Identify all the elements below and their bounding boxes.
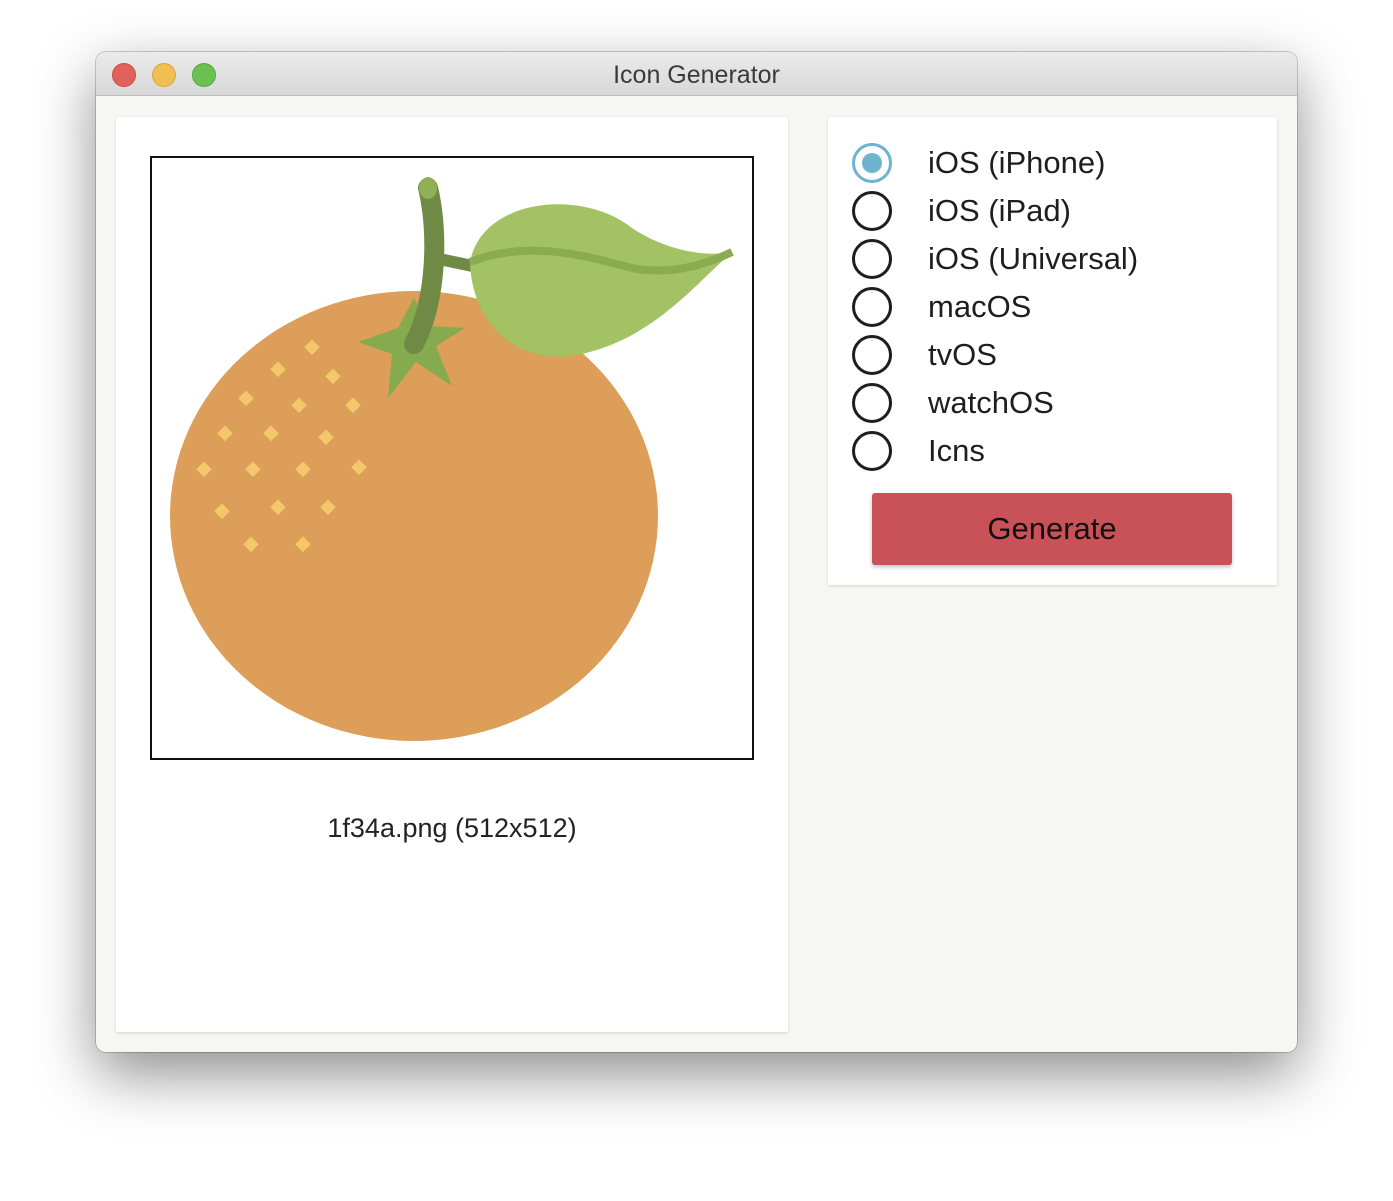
platform-radio-group: iOS (iPhone) iOS (iPad) iOS (Universal) … — [852, 139, 1138, 475]
radio-unselected-icon[interactable] — [852, 431, 892, 471]
radio-tvos[interactable]: tvOS — [852, 331, 1138, 379]
radio-label: iOS (iPhone) — [928, 145, 1106, 180]
icon-preview-image[interactable] — [150, 156, 754, 760]
radio-label: Icns — [928, 433, 985, 468]
tangerine-icon — [170, 177, 734, 741]
title-bar[interactable]: Icon Generator — [96, 52, 1297, 96]
radio-label: macOS — [928, 289, 1032, 324]
radio-watchos[interactable]: watchOS — [852, 379, 1138, 427]
generate-button[interactable]: Generate — [872, 493, 1232, 565]
radio-label: watchOS — [928, 385, 1054, 420]
platform-options-panel: iOS (iPhone) iOS (iPad) iOS (Universal) … — [828, 117, 1277, 585]
preview-panel: 1f34a.png (512x512) — [116, 117, 788, 1032]
radio-ios-iphone[interactable]: iOS (iPhone) — [852, 139, 1138, 187]
radio-macos[interactable]: macOS — [852, 283, 1138, 331]
window-title: Icon Generator — [613, 61, 780, 89]
radio-icns[interactable]: Icns — [852, 427, 1138, 475]
radio-unselected-icon[interactable] — [852, 335, 892, 375]
app-window: Icon Generator 1f34a.png (512x512) iOS (… — [96, 52, 1297, 1052]
radio-label: iOS (iPad) — [928, 193, 1071, 228]
radio-unselected-icon[interactable] — [852, 239, 892, 279]
radio-unselected-icon[interactable] — [852, 287, 892, 327]
radio-selected-icon[interactable] — [852, 143, 892, 183]
radio-label: iOS (Universal) — [928, 241, 1139, 276]
radio-unselected-icon[interactable] — [852, 191, 892, 231]
radio-label: tvOS — [928, 337, 997, 372]
radio-ios-universal[interactable]: iOS (Universal) — [852, 235, 1138, 283]
file-name-caption: 1f34a.png (512x512) — [327, 813, 577, 843]
radio-unselected-icon[interactable] — [852, 383, 892, 423]
radio-ios-ipad[interactable]: iOS (iPad) — [852, 187, 1138, 235]
